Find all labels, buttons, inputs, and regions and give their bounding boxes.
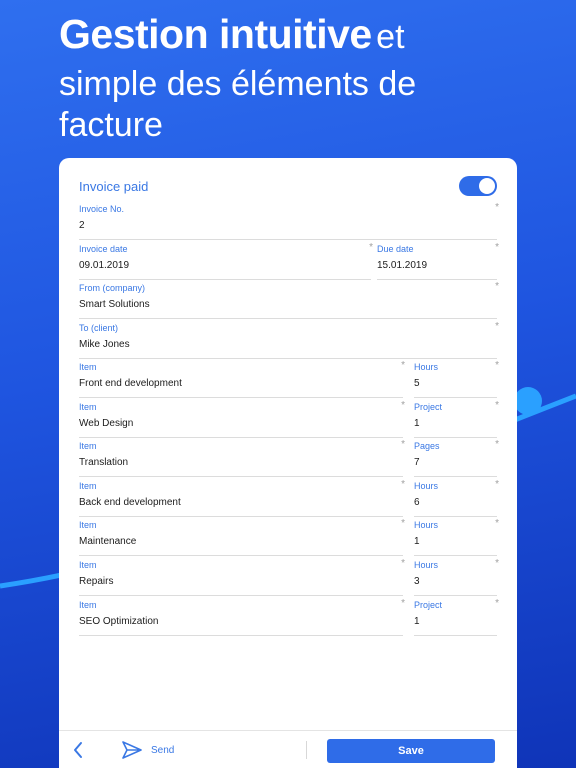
required-asterisk: * (495, 439, 499, 451)
invoice-date-field[interactable]: Invoice date 09.01.2019 * (79, 242, 373, 280)
due-date-field-value: 15.01.2019 (377, 260, 428, 271)
item-qty-field-value: 3 (414, 576, 420, 587)
paper-plane-icon (122, 741, 142, 759)
item-name-field-value: Repairs (79, 576, 114, 587)
required-asterisk: * (495, 321, 499, 332)
headline-light: et (376, 18, 405, 56)
invoice-no-field[interactable]: Invoice No. 2 * (79, 202, 499, 240)
from-company-field[interactable]: From (company) Smart Solutions * (79, 281, 499, 319)
required-asterisk: * (495, 558, 499, 569)
required-asterisk: * (401, 478, 405, 490)
item-qty-field[interactable]: Pages 7 * (414, 439, 499, 478)
required-asterisk: * (495, 281, 499, 292)
send-label: Send (151, 744, 175, 756)
item-qty-field[interactable]: Hours 1 * (414, 518, 499, 557)
invoice-date-field-value: 09.01.2019 (79, 260, 130, 271)
item-qty-field-label: Hours (414, 560, 439, 570)
item-qty-field[interactable]: Hours 6 * (414, 478, 499, 517)
item-name-field-value: SEO Optimization (79, 615, 159, 627)
item-qty-field-label: Pages (414, 441, 440, 452)
item-qty-field-value: 1 (414, 417, 420, 429)
item-qty-field-value: 6 (414, 496, 420, 508)
invoice-no-field-label: Invoice No. (79, 204, 125, 214)
item-name-field-label: Item (79, 401, 97, 412)
required-asterisk: * (495, 242, 499, 253)
item-qty-field-value: 1 (414, 615, 420, 627)
to-client-field-label: To (client) (79, 323, 119, 333)
item-name-field-label: Item (79, 560, 97, 570)
invoice-paid-toggle[interactable] (459, 176, 497, 196)
item-qty-field-value: 5 (414, 378, 420, 389)
item-name-field-value: Back end development (79, 496, 181, 508)
item-name-field-label: Item (79, 480, 97, 491)
invoice-paid-label: Invoice paid (79, 178, 149, 194)
item-name-field[interactable]: Item Front end development * (79, 360, 405, 398)
headline-bold: Gestion intuitive (59, 11, 372, 57)
invoice-date-field-label: Invoice date (79, 244, 128, 254)
item-qty-field-value: 1 (414, 536, 420, 548)
to-client-field[interactable]: To (client) Mike Jones * (79, 321, 499, 359)
headline: Gestion intuitive et simple des éléments… (59, 14, 539, 146)
item-name-field[interactable]: Item Repairs * (79, 558, 405, 596)
footer-bar: Send Save (59, 730, 517, 768)
required-asterisk: * (369, 242, 373, 253)
due-date-field-label: Due date (377, 244, 414, 254)
required-asterisk: * (401, 360, 405, 371)
item-name-field-value: Maintenance (79, 536, 137, 548)
footer-divider (306, 741, 307, 759)
item-name-field-value: Web Design (79, 417, 134, 429)
item-name-field[interactable]: Item Back end development * (79, 478, 405, 517)
item-qty-field[interactable]: Hours 5 * (414, 360, 499, 398)
item-name-field-label: Item (79, 441, 97, 452)
headline-line2: simple des éléments de (59, 65, 417, 103)
item-name-field-value: Translation (79, 457, 129, 469)
item-name-field-label: Item (79, 599, 97, 610)
item-name-field-label: Item (79, 362, 97, 372)
required-asterisk: * (495, 518, 499, 530)
due-date-field[interactable]: Due date 15.01.2019 * (377, 242, 499, 280)
invoice-no-field-value: 2 (79, 220, 85, 231)
item-qty-field-label: Hours (414, 480, 439, 491)
chevron-left-icon (74, 742, 82, 758)
required-asterisk: * (401, 439, 405, 451)
required-asterisk: * (495, 360, 499, 371)
required-asterisk: * (401, 399, 405, 411)
item-qty-field[interactable]: Project 1 * (414, 399, 499, 438)
item-name-field-value: Front end development (79, 378, 182, 389)
headline-line3: facture (59, 106, 163, 144)
item-name-field-label: Item (79, 520, 97, 531)
save-button[interactable]: Save (327, 739, 495, 763)
item-qty-field-value: 7 (414, 457, 420, 469)
item-qty-field[interactable]: Hours 3 * (414, 558, 499, 596)
required-asterisk: * (495, 478, 499, 490)
item-qty-field-label: Hours (414, 520, 439, 531)
back-button[interactable] (69, 739, 89, 761)
send-button[interactable]: Send (121, 739, 174, 761)
item-qty-field[interactable]: Project 1 * (414, 597, 499, 636)
from-company-field-value: Smart Solutions (79, 299, 150, 310)
item-name-field[interactable]: Item Translation * (79, 439, 405, 478)
required-asterisk: * (495, 399, 499, 411)
item-name-field[interactable]: Item SEO Optimization * (79, 597, 405, 636)
item-qty-field-label: Project (414, 401, 443, 412)
item-name-field[interactable]: Item Web Design * (79, 399, 405, 438)
invoice-paid-row: Invoice paid (79, 174, 497, 198)
required-asterisk: * (401, 518, 405, 530)
item-qty-field-label: Project (414, 599, 443, 610)
required-asterisk: * (401, 558, 405, 569)
to-client-field-value: Mike Jones (79, 339, 130, 350)
item-name-field[interactable]: Item Maintenance * (79, 518, 405, 557)
required-asterisk: * (495, 597, 499, 609)
item-qty-field-label: Hours (414, 362, 439, 372)
invoice-card: Invoice paid Invoice No. 2 * Invoice date 09… (59, 158, 517, 768)
required-asterisk: * (401, 597, 405, 609)
required-asterisk: * (495, 202, 499, 213)
toggle-knob (479, 178, 495, 194)
from-company-field-label: From (company) (79, 283, 146, 293)
